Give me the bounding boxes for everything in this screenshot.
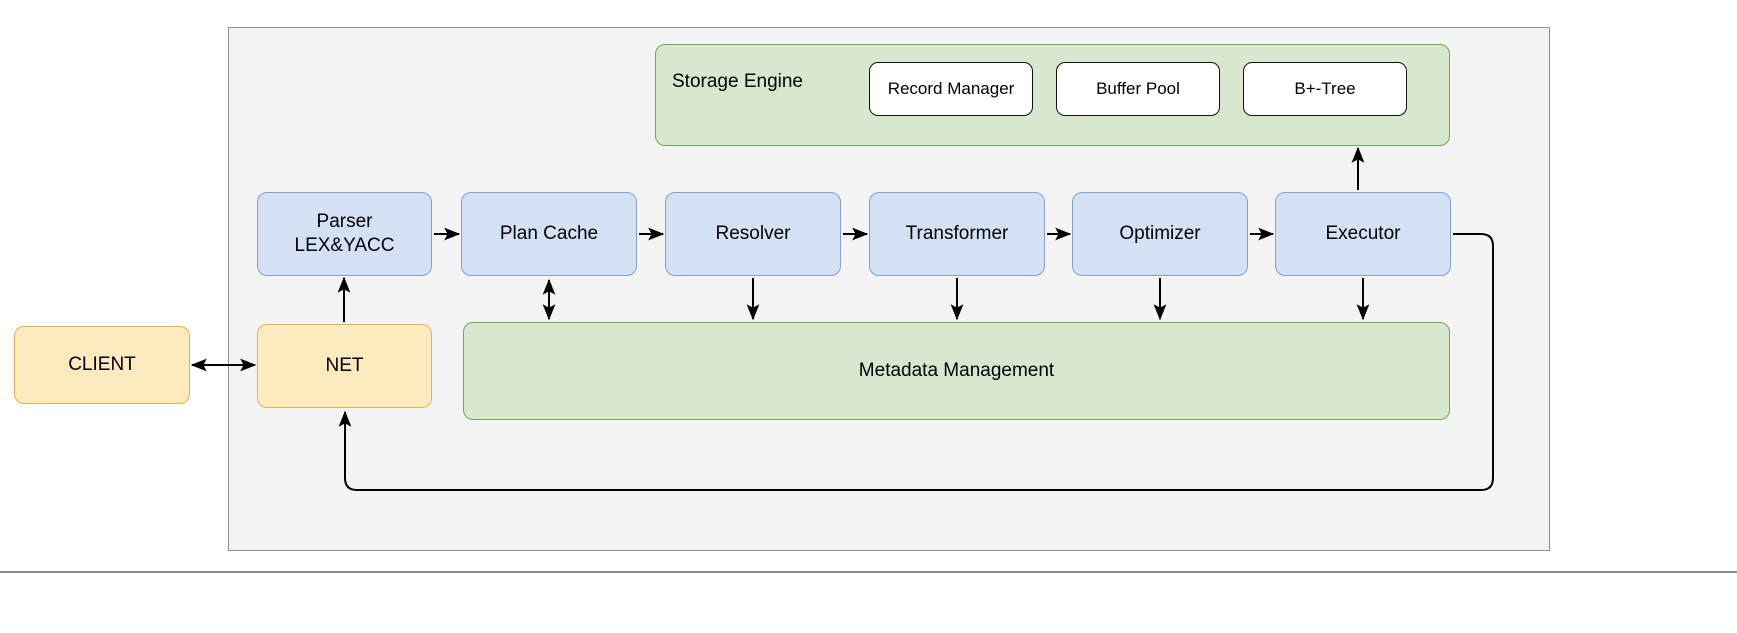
storage-engine-title: Storage Engine — [672, 71, 803, 92]
pipeline-stage-label-line1: Parser — [316, 211, 373, 233]
net-node[interactable]: NET — [257, 324, 432, 408]
pipeline-stage-label: Optimizer — [1119, 223, 1201, 245]
metadata-management-label: Metadata Management — [858, 360, 1055, 382]
pipeline-stage-label: Transformer — [905, 223, 1009, 245]
storage-component-label: Buffer Pool — [1096, 79, 1180, 99]
page-bottom-rule — [0, 571, 1737, 573]
metadata-management-band[interactable]: Metadata Management — [463, 322, 1450, 420]
storage-component-label: Record Manager — [887, 79, 1015, 99]
diagram-canvas: Storage Engine Record Manager Buffer Poo… — [0, 0, 1737, 633]
storage-component-buffer-pool[interactable]: Buffer Pool — [1056, 62, 1220, 116]
pipeline-stage-label-line2: LEX&YACC — [294, 235, 395, 256]
pipeline-stage-transformer[interactable]: Transformer — [869, 192, 1045, 276]
storage-component-b-plus-tree[interactable]: B+-Tree — [1243, 62, 1407, 116]
storage-component-label: B+-Tree — [1294, 79, 1356, 99]
pipeline-stage-executor[interactable]: Executor — [1275, 192, 1451, 276]
pipeline-stage-label: Plan Cache — [499, 223, 599, 245]
client-label: CLIENT — [68, 354, 136, 376]
pipeline-stage-optimizer[interactable]: Optimizer — [1072, 192, 1248, 276]
pipeline-stage-plan-cache[interactable]: Plan Cache — [461, 192, 637, 276]
pipeline-stage-parser[interactable]: Parser LEX&YACC — [257, 192, 432, 276]
pipeline-stage-label: Resolver — [715, 223, 791, 245]
client-node[interactable]: CLIENT — [14, 326, 190, 404]
storage-component-record-manager[interactable]: Record Manager — [869, 62, 1033, 116]
pipeline-stage-label: Executor — [1325, 223, 1401, 245]
pipeline-stage-resolver[interactable]: Resolver — [665, 192, 841, 276]
net-label: NET — [325, 355, 364, 377]
